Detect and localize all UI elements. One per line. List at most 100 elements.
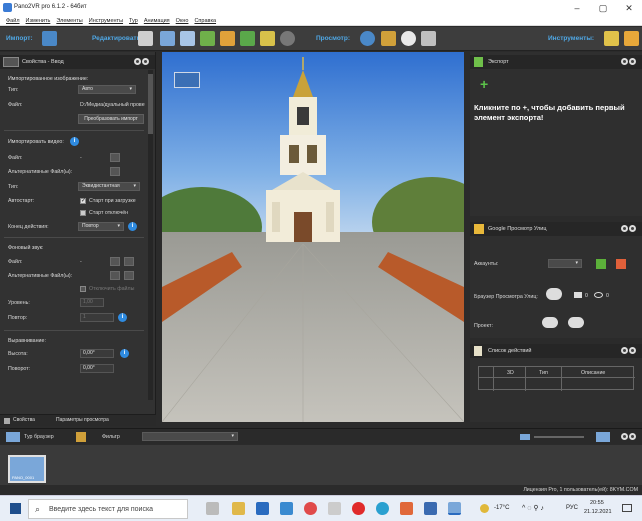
start-off-checkbox[interactable] [80,210,86,216]
small-thumb-icon[interactable] [520,434,530,440]
menu-animation[interactable]: Анимация [144,16,170,26]
export-close-icon[interactable] [629,58,636,65]
skin-editor-icon[interactable] [260,31,275,46]
google-float-icon[interactable] [621,225,628,232]
tour-float-icon[interactable] [621,433,628,440]
cloud-upload-icon[interactable] [546,288,562,300]
task-view-icon[interactable] [206,502,219,515]
filter-select[interactable]: ▾ [142,432,238,441]
cloud-icon[interactable] [542,317,558,328]
weather-temp: -17°C [494,505,510,511]
media-app-icon[interactable] [400,502,413,515]
actions-float-icon[interactable] [621,347,628,354]
height-info-icon[interactable]: i [120,349,129,358]
panorama-image[interactable] [162,52,464,422]
properties-scrollbar[interactable] [148,70,153,400]
video-alt-browse-icon[interactable] [110,167,120,176]
sound-alt-browse-icon[interactable] [110,271,120,280]
cloud-download-icon[interactable] [568,317,584,328]
remove-account-icon[interactable] [616,259,626,269]
view-thumbnail-icon[interactable] [174,72,200,88]
panorama-thumbnail[interactable]: PANO_0001 [8,455,46,483]
info-icon[interactable]: i [70,137,79,146]
browser-preview-icon[interactable] [401,31,416,46]
menu-edit[interactable]: Изменить [26,16,51,26]
sound-browse-icon[interactable] [110,257,120,266]
repeat-input[interactable]: 1 [80,313,114,322]
large-thumb-icon[interactable] [596,432,610,442]
video-type-select[interactable]: Эквидистантная ▾ [78,182,140,191]
output-folder-icon[interactable] [381,31,396,46]
hotspots-icon[interactable] [160,31,175,46]
tour-close-icon[interactable] [629,433,636,440]
actions-close-icon[interactable] [629,347,636,354]
mail-icon[interactable] [280,502,293,515]
taskbar-search[interactable]: ⌕ Введите здесь текст для поиска [28,499,188,519]
app-icon-generic[interactable] [328,502,341,515]
export-float-icon[interactable] [621,58,628,65]
end-action-select[interactable]: Повтор ▾ [78,222,124,231]
thumb-size-slider[interactable] [534,436,584,438]
store-icon[interactable] [256,502,269,515]
pano2vr-taskbar-icon[interactable] [448,502,461,515]
close-panel-icon[interactable] [142,58,149,65]
animation-icon[interactable] [240,31,255,46]
level-label: Уровень: [8,300,30,306]
hotspot-editor-icon[interactable] [280,31,295,46]
edge-icon[interactable] [376,502,389,515]
yandex-browser-icon[interactable] [304,502,317,515]
menu-tour[interactable]: Тур [129,16,138,26]
float-panel-icon[interactable] [134,58,141,65]
accounts-select[interactable]: ▾ [548,259,582,268]
panorama-viewer[interactable] [162,52,464,422]
menu-elements[interactable]: Элементы [56,16,82,26]
maximize-button[interactable]: ▢ [594,2,612,14]
level-input[interactable]: 1,00 [80,298,104,307]
menu-window[interactable]: Окно [176,16,189,26]
tab-view-params[interactable]: Параметры просмотра [56,417,109,423]
rotation-input[interactable]: 0,00° [80,364,114,373]
convert-import-button[interactable]: Преобразовать импорт [78,114,144,124]
tray-icons[interactable]: ^ ◌ ⚲ ♪ [522,504,544,512]
height-input[interactable]: 0,00° [80,349,114,358]
autostart-checkbox[interactable] [80,197,86,204]
preview-icon[interactable] [360,31,375,46]
language-indicator[interactable]: РУС [566,505,578,511]
tab-properties[interactable]: Свойства [13,417,35,423]
patches-icon[interactable] [180,31,195,46]
tour-thumbnail-strip: PANO_0001 [0,445,642,485]
file-explorer-icon[interactable] [232,502,245,515]
add-export-icon[interactable]: + [480,76,488,92]
google-streetview-panel: Google Просмотр Улиц Аккаунты: ▾ Браузер… [470,222,642,338]
type-select[interactable]: Авто ▾ [78,85,136,94]
video-browse-icon[interactable] [110,153,120,162]
tour-add-icon[interactable] [76,432,86,442]
main-toolbar: Импорт: Редактировать: Просмотр: Инструм… [0,27,642,51]
minimize-button[interactable]: – [568,2,586,14]
tour-map-icon[interactable] [200,31,215,46]
close-button[interactable]: ✕ [620,2,638,14]
viewing-parameters-icon[interactable] [138,31,153,46]
google-close-icon[interactable] [629,225,636,232]
sound-alt-options-icon[interactable] [124,271,134,280]
end-action-info-icon[interactable]: i [128,222,137,231]
masking-icon[interactable] [220,31,235,46]
menu-help[interactable]: Справка [194,16,216,26]
windows-start-icon[interactable] [10,503,21,514]
vr-preview-icon[interactable] [421,31,436,46]
tools-star-icon[interactable] [604,31,619,46]
word-icon[interactable] [424,502,437,515]
repeat-info-icon[interactable]: i [118,313,127,322]
menu-file[interactable]: Файл [6,16,20,26]
opera-icon[interactable] [352,502,365,515]
scrollbar-thumb[interactable] [148,74,153,134]
notifications-icon[interactable] [622,504,632,512]
add-account-icon[interactable] [596,259,606,269]
sound-options-icon[interactable] [124,257,134,266]
menu-tools[interactable]: Инструменты [89,16,123,26]
import-panorama-icon[interactable] [42,31,57,46]
unlock-files-checkbox[interactable] [80,286,86,292]
properties-tab-icon [4,418,10,424]
autostart-check-label: Старт при загрузке [89,198,136,204]
tools-wizard-icon[interactable] [624,31,639,46]
